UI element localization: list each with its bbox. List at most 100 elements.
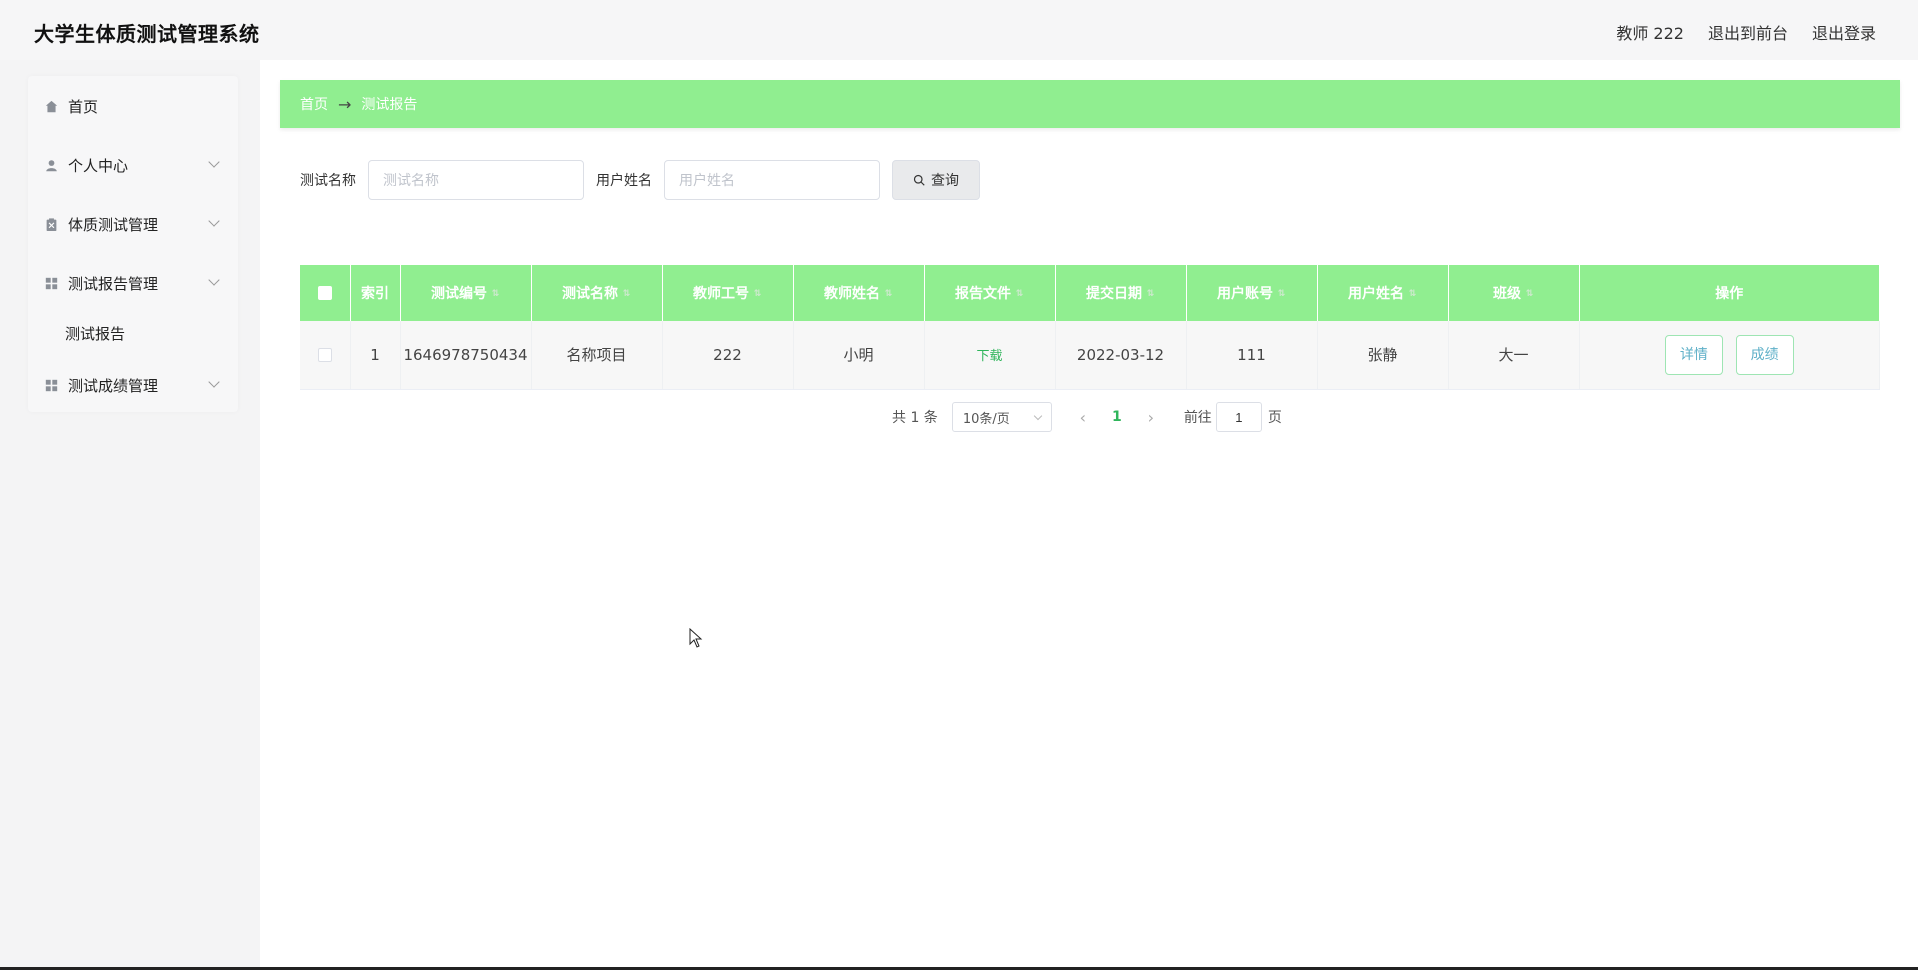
report-table: 索引 测试编号 ⇅ 测试名称 ⇅ 教师工号 ⇅ 教师姓名 ⇅ 报告文件 ⇅ 提交日期 ⇅ 用…	[300, 265, 1880, 390]
sidebar-item-fitness-test[interactable]: 体质测试管理	[28, 204, 238, 244]
user-name-label: 用户姓名	[596, 173, 652, 189]
column-header-label: 班级	[1493, 286, 1521, 302]
header-actions: 教师 222 退出到前台 退出登录	[1616, 20, 1876, 44]
column-header-label: 用户姓名	[1348, 286, 1404, 302]
sort-icon: ⇅	[1146, 289, 1155, 299]
user-icon	[44, 158, 58, 172]
select-all-checkbox[interactable]	[317, 286, 332, 300]
sidebar-item-report-management[interactable]: 测试报告管理	[28, 263, 238, 303]
sort-icon: ⇅	[753, 289, 762, 299]
sidebar-item-label: 测试成绩管理	[68, 376, 159, 395]
cell-index: 1	[350, 321, 401, 390]
sort-icon: ⇅	[1015, 289, 1024, 299]
sort-icon: ⇅	[491, 289, 500, 299]
column-header-label: 报告文件	[955, 286, 1011, 302]
sort-icon: ⇅	[622, 289, 631, 299]
row-select-cell	[300, 321, 351, 390]
query-button[interactable]: 查询	[892, 160, 980, 200]
column-header-user-name[interactable]: 用户姓名 ⇅	[1317, 265, 1449, 321]
column-header-test-no[interactable]: 测试编号 ⇅	[400, 265, 532, 321]
sidebar-item-label: 个人中心	[68, 156, 129, 175]
sort-icon: ⇅	[1408, 289, 1417, 299]
column-header-label: 提交日期	[1086, 286, 1142, 302]
cell-test-name: 名称项目	[531, 321, 663, 390]
column-header-label: 教师工号	[693, 286, 749, 302]
app-title: 大学生体质测试管理系统	[34, 22, 260, 46]
test-name-label: 测试名称	[300, 173, 356, 189]
goto-page-input[interactable]	[1215, 402, 1262, 432]
grid-icon	[44, 276, 58, 290]
sidebar-menu: 首页 个人中心 体质测试管理 测试报告管理 测试报告 测试成绩管理	[28, 76, 238, 412]
grid-icon	[44, 378, 58, 392]
cell-class: 大一	[1448, 321, 1580, 390]
column-header-submit-date[interactable]: 提交日期 ⇅	[1055, 265, 1187, 321]
chevron-down-icon	[208, 376, 220, 388]
user-name-input[interactable]	[664, 160, 880, 200]
breadcrumb-current: 测试报告	[361, 97, 418, 113]
column-header-label: 测试编号	[431, 286, 487, 302]
sidebar-item-label: 体质测试管理	[68, 215, 159, 234]
cell-teacher-name: 小明	[793, 321, 925, 390]
detail-button[interactable]: 详情	[1664, 334, 1723, 375]
sort-icon: ⇅	[1525, 289, 1534, 299]
cell-test-no: 1646978750434	[400, 321, 532, 390]
chevron-down-icon	[208, 156, 220, 168]
column-header-test-name[interactable]: 测试名称 ⇅	[531, 265, 663, 321]
current-user: 教师 222	[1616, 24, 1684, 43]
sidebar-item-personal-center[interactable]: 个人中心	[28, 145, 238, 185]
pagination: 共 1 条 10条/页 ‹ 1 › 前往 页	[892, 402, 1282, 432]
search-bar: 测试名称 用户姓名 查询	[300, 160, 980, 200]
table-row: 1 1646978750434 名称项目 222 小明 下载 2022-03-1…	[300, 321, 1880, 390]
column-header-label: 用户账号	[1217, 286, 1273, 302]
page-number-current[interactable]: 1	[1098, 409, 1136, 425]
home-icon	[44, 99, 58, 113]
logout-link[interactable]: 退出登录	[1812, 20, 1876, 44]
pagination-total: 共 1 条	[892, 410, 938, 426]
cell-teacher-no: 222	[662, 321, 794, 390]
sort-icon: ⇅	[1277, 289, 1286, 299]
column-header-class[interactable]: 班级 ⇅	[1448, 265, 1580, 321]
row-checkbox[interactable]	[317, 348, 332, 363]
cell-submit-date: 2022-03-12	[1055, 321, 1187, 390]
cell-report-file: 下载	[924, 321, 1056, 390]
sidebar-item-score-management[interactable]: 测试成绩管理	[28, 365, 238, 405]
exit-to-front-link[interactable]: 退出到前台	[1708, 20, 1788, 44]
mouse-cursor-icon	[689, 627, 703, 652]
sidebar-item-home[interactable]: 首页	[28, 86, 238, 126]
chevron-down-icon	[1033, 411, 1043, 420]
table-header-row: 索引 测试编号 ⇅ 测试名称 ⇅ 教师工号 ⇅ 教师姓名 ⇅ 报告文件 ⇅ 提交日期 ⇅ 用…	[300, 265, 1880, 321]
page-size-value: 10条/页	[962, 411, 1010, 427]
page-suffix: 页	[1267, 410, 1282, 426]
search-icon	[913, 174, 925, 186]
cell-user-name: 张静	[1317, 321, 1449, 390]
test-name-input[interactable]	[368, 160, 584, 200]
download-link[interactable]: 下载	[976, 349, 1002, 364]
column-header-actions: 操作	[1579, 265, 1880, 321]
prev-page-button[interactable]: ‹	[1068, 408, 1098, 427]
query-button-label: 查询	[931, 173, 959, 189]
breadcrumb-home[interactable]: 首页	[300, 94, 328, 114]
next-page-button[interactable]: ›	[1136, 408, 1166, 427]
column-header-index: 索引	[350, 265, 401, 321]
sidebar-subitem-test-report[interactable]: 测试报告	[28, 313, 238, 353]
goto-label: 前往	[1183, 410, 1212, 426]
chevron-down-icon	[208, 215, 220, 227]
column-header-report-file[interactable]: 报告文件 ⇅	[924, 265, 1056, 321]
column-header-user-account[interactable]: 用户账号 ⇅	[1186, 265, 1318, 321]
sidebar-item-label: 首页	[68, 97, 99, 116]
clipboard-icon	[44, 217, 58, 231]
score-button[interactable]: 成绩	[1735, 334, 1794, 375]
sidebar-item-label: 测试报告管理	[68, 274, 159, 293]
breadcrumb: 首页 → 测试报告	[280, 80, 1900, 128]
chevron-down-icon	[208, 274, 220, 286]
column-header-label: 教师姓名	[824, 286, 880, 302]
cell-user-account: 111	[1186, 321, 1318, 390]
cell-actions: 详情 成绩	[1579, 321, 1880, 390]
column-header-label: 测试名称	[562, 286, 618, 302]
sort-icon: ⇅	[884, 289, 893, 299]
column-header-teacher-name[interactable]: 教师姓名 ⇅	[793, 265, 925, 321]
page-size-select[interactable]: 10条/页	[951, 402, 1052, 432]
select-all-header	[300, 265, 351, 321]
column-header-teacher-no[interactable]: 教师工号 ⇅	[662, 265, 794, 321]
breadcrumb-arrow: →	[338, 94, 352, 114]
